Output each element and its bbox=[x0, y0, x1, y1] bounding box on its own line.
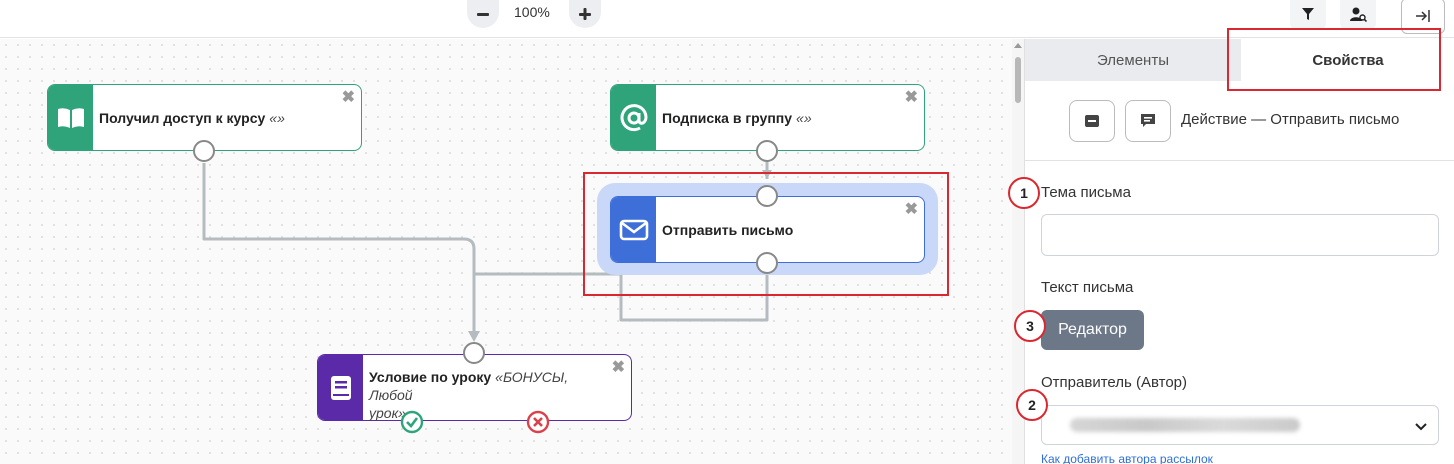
message-square-icon bbox=[1085, 115, 1099, 127]
node-close-icon[interactable]: ✖ bbox=[342, 87, 355, 107]
editor-button[interactable]: Редактор bbox=[1041, 310, 1144, 350]
input-port[interactable] bbox=[463, 342, 485, 364]
message-button[interactable] bbox=[1069, 100, 1115, 142]
node-icon-bg bbox=[48, 85, 93, 150]
node-close-icon[interactable]: ✖ bbox=[905, 87, 918, 107]
action-title: Действие — Отправить письмо bbox=[1181, 111, 1400, 128]
help-link-add-author[interactable]: Как добавить автора рассылок bbox=[1041, 452, 1213, 464]
comment-icon bbox=[1141, 114, 1155, 127]
sender-label: Отправитель (Автор) bbox=[1041, 374, 1187, 391]
annotation-badge-2: 2 bbox=[1016, 389, 1048, 421]
book-icon bbox=[330, 375, 351, 400]
wire-course-to-condition bbox=[202, 163, 476, 337]
subject-label: Тема письма bbox=[1041, 184, 1131, 201]
subject-input[interactable] bbox=[1041, 214, 1439, 256]
node-lesson-condition[interactable]: Условие по уроку «БОНУСЫ, Любой урок» ✖ bbox=[317, 354, 632, 421]
at-sign-icon bbox=[620, 103, 648, 131]
fail-port-icon[interactable] bbox=[526, 410, 550, 434]
properties-panel: Элементы Свойства Действие — Отправить п… bbox=[1024, 39, 1454, 464]
zoom-in-button[interactable] bbox=[569, 0, 601, 28]
success-port-icon[interactable] bbox=[400, 410, 424, 434]
sender-value-redacted bbox=[1070, 418, 1300, 432]
node-icon-bg bbox=[318, 355, 363, 420]
node-icon-bg bbox=[611, 85, 656, 150]
scroll-up-icon[interactable] bbox=[1014, 43, 1022, 48]
collapse-right-icon bbox=[1416, 10, 1430, 22]
node-param: «» bbox=[796, 109, 812, 126]
book-open-icon bbox=[57, 107, 84, 128]
tab-elements[interactable]: Элементы bbox=[1025, 39, 1241, 81]
node-close-icon[interactable]: ✖ bbox=[612, 357, 625, 377]
node-param: «» bbox=[269, 109, 285, 126]
plus-icon bbox=[579, 8, 591, 20]
sender-select[interactable] bbox=[1041, 405, 1439, 445]
scroll-thumb[interactable] bbox=[1015, 57, 1021, 103]
user-search-icon bbox=[1350, 7, 1367, 22]
output-port[interactable] bbox=[756, 140, 778, 162]
zoom-out-button[interactable] bbox=[467, 0, 499, 28]
user-search-button[interactable] bbox=[1340, 0, 1376, 28]
flow-canvas[interactable]: Получил доступ к курсу «» ✖ Подписка в гр… bbox=[0, 39, 1024, 464]
node-title: Получил доступ к курсу bbox=[99, 109, 266, 126]
node-title: Условие по уроку bbox=[369, 369, 492, 385]
minus-icon bbox=[477, 13, 489, 16]
annotation-badge-3: 3 bbox=[1014, 310, 1046, 342]
output-port[interactable] bbox=[193, 140, 215, 162]
divider bbox=[1025, 160, 1454, 161]
body-label: Текст письма bbox=[1041, 279, 1134, 296]
filter-button[interactable] bbox=[1290, 0, 1326, 28]
comment-button[interactable] bbox=[1125, 100, 1171, 142]
chevron-down-icon bbox=[1415, 423, 1427, 431]
annotation-highlight-node bbox=[583, 172, 949, 296]
node-title: Подписка в группу bbox=[662, 109, 793, 126]
filter-icon bbox=[1302, 8, 1314, 20]
annotation-badge-1: 1 bbox=[1008, 177, 1040, 209]
zoom-level: 100% bbox=[514, 4, 550, 20]
annotation-highlight-tab bbox=[1227, 28, 1441, 91]
